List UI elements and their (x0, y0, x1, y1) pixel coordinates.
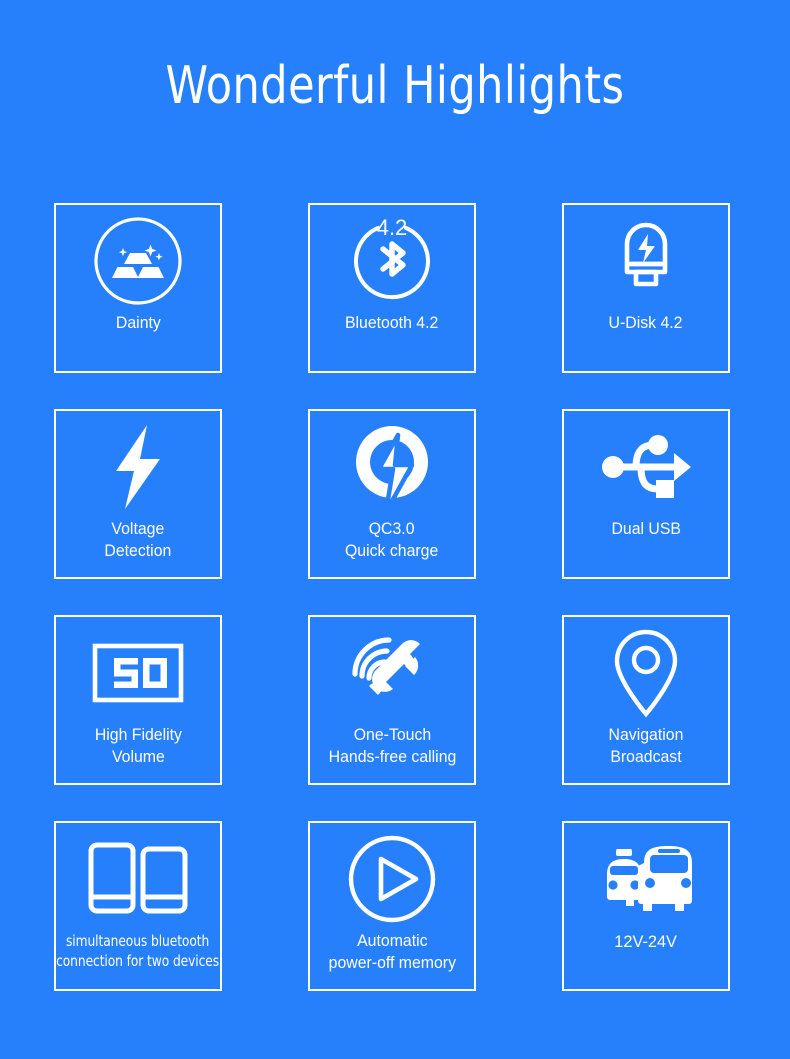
feature-label: Voltage Detection (104, 520, 172, 560)
feature-tile-auto-power-off-memory[interactable]: Automatic power-off memory (308, 821, 476, 991)
phone-handset-waves-icon (310, 621, 474, 725)
feature-tile-hands-free-calling[interactable]: One-Touch Hands-free calling (308, 615, 476, 785)
lightning-bolt-icon (56, 415, 220, 519)
feature-tile-bluetooth[interactable]: 4.2 Bluetooth 4.2 (308, 203, 476, 373)
feature-tile-voltage-range[interactable]: 12V-24V (562, 821, 730, 991)
feature-label: U-Disk 4.2 (609, 314, 683, 332)
feature-tile-high-fidelity-volume[interactable]: High Fidelity Volume (54, 615, 222, 785)
feature-label: Dual USB (611, 520, 681, 538)
feature-label: One-Touch Hands-free calling (328, 726, 456, 766)
feature-tile-dainty[interactable]: Dainty (54, 203, 222, 373)
feature-tile-u-disk[interactable]: U-Disk 4.2 (562, 203, 730, 373)
highlights-page: Wonderful Highlights Dainty 4.2 Bluetoot… (0, 0, 790, 1059)
bluetooth-version-badge: 4.2 (377, 215, 408, 240)
map-pin-icon (564, 621, 728, 725)
feature-tile-navigation-broadcast[interactable]: Navigation Broadcast (562, 615, 730, 785)
usb-trident-icon (564, 415, 728, 519)
feature-label: simultaneous bluetooth connection for tw… (56, 932, 220, 971)
feature-label: QC3.0 Quick charge (345, 520, 439, 560)
two-phones-icon (56, 827, 220, 931)
page-title: Wonderful Highlights (165, 56, 625, 116)
gold-bars-circle-icon (56, 209, 220, 313)
feature-tile-dual-usb[interactable]: Dual USB (562, 409, 730, 579)
feature-tile-quick-charge[interactable]: QC3.0 Quick charge (308, 409, 476, 579)
bluetooth-circle-icon: 4.2 (310, 209, 474, 313)
taxi-bus-icon (564, 827, 728, 931)
quick-charge-icon (310, 415, 474, 519)
feature-label: Dainty (115, 314, 161, 332)
volume-display-icon (56, 621, 220, 725)
feature-label: 12V-24V (614, 932, 678, 951)
feature-label: Navigation Broadcast (608, 726, 684, 766)
feature-label: High Fidelity Volume (94, 726, 182, 766)
usb-flash-drive-icon (564, 209, 728, 313)
features-grid: Dainty 4.2 Bluetooth 4.2 U-Disk 4.2 Volt… (54, 203, 736, 991)
feature-tile-voltage-detection[interactable]: Voltage Detection (54, 409, 222, 579)
feature-label: Automatic power-off memory (328, 932, 456, 972)
play-circle-icon (310, 827, 474, 931)
feature-label: Bluetooth 4.2 (345, 314, 439, 332)
feature-tile-dual-device-bluetooth[interactable]: simultaneous bluetooth connection for tw… (54, 821, 222, 991)
